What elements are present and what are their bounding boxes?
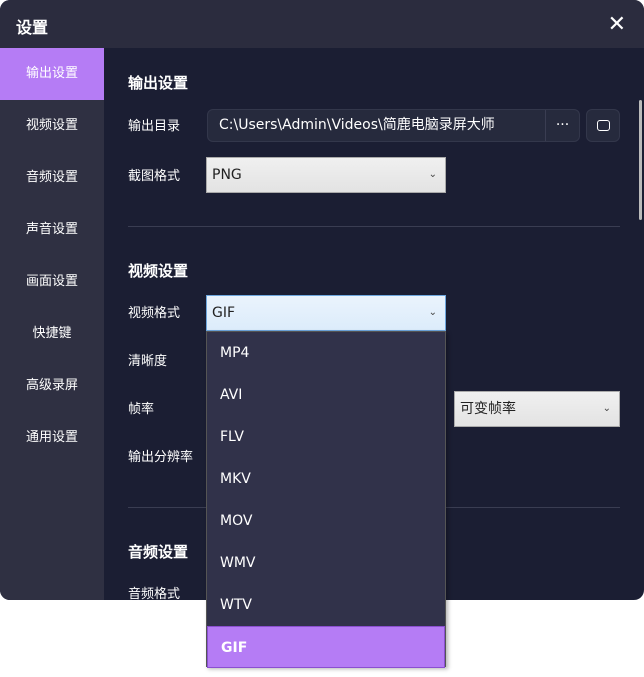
dropdown-option[interactable]: WMV [207,542,445,584]
sidebar: 输出设置 视频设置 音频设置 声音设置 画面设置 快捷键 高级录屏 通用设置 [0,48,104,600]
video-format-value: GIF [212,305,236,321]
output-heading: 输出设置 [128,74,189,92]
audio-format-label: 音频格式 [128,587,181,600]
video-heading: 视频设置 [128,262,189,280]
dropdown-option-selected[interactable]: GIF [207,626,445,668]
dropdown-option[interactable]: MKV [207,458,445,500]
title-bar: 设置 ✕ [0,0,644,48]
sidebar-item-picture[interactable]: 画面设置 [0,256,104,308]
dropdown-option[interactable]: MP4 [207,332,445,374]
sidebar-item-output[interactable]: 输出设置 [0,48,104,100]
chevron-down-icon: ⌄ [602,403,611,414]
output-dir-field[interactable]: C:\Users\Admin\Videos\简鹿电脑录屏大师 ··· [207,109,580,142]
fps-value: 可变帧率 [460,401,516,417]
resolution-label: 输出分辨率 [128,450,194,465]
scrollbar[interactable] [639,100,642,220]
video-format-label: 视频格式 [128,306,181,321]
dropdown-option[interactable]: MOV [207,500,445,542]
sidebar-item-sound[interactable]: 声音设置 [0,204,104,256]
screenshot-format-value: PNG [212,167,242,183]
output-dir-label: 输出目录 [128,119,181,134]
screenshot-format-select[interactable]: PNG ⌄ [206,157,446,193]
sidebar-item-audio[interactable]: 音频设置 [0,152,104,204]
screenshot-format-label: 截图格式 [128,169,181,184]
sidebar-item-general[interactable]: 通用设置 [0,412,104,464]
clarity-label: 清晰度 [128,354,168,369]
sidebar-item-video[interactable]: 视频设置 [0,100,104,152]
fps-label: 帧率 [128,402,155,417]
window-title: 设置 [16,18,49,37]
close-icon[interactable]: ✕ [608,12,626,37]
video-format-dropdown-list: MP4 AVI FLV MKV MOV WMV WTV GIF [206,331,446,668]
browse-button[interactable]: ··· [545,110,579,141]
divider [128,226,620,227]
chevron-down-icon: ⌄ [428,307,437,318]
dropdown-option[interactable]: FLV [207,416,445,458]
folder-icon [597,120,610,131]
dropdown-option[interactable]: AVI [207,374,445,416]
output-dir-value: C:\Users\Admin\Videos\简鹿电脑录屏大师 [219,117,495,133]
open-folder-button[interactable] [586,109,620,142]
sidebar-item-advanced[interactable]: 高级录屏 [0,360,104,412]
audio-heading: 音频设置 [128,543,189,561]
dropdown-option[interactable]: WTV [207,584,445,626]
video-format-select[interactable]: GIF ⌄ [206,295,446,331]
sidebar-item-hotkeys[interactable]: 快捷键 [0,308,104,360]
chevron-down-icon: ⌄ [428,169,437,180]
fps-select[interactable]: 可变帧率 ⌄ [454,391,620,427]
